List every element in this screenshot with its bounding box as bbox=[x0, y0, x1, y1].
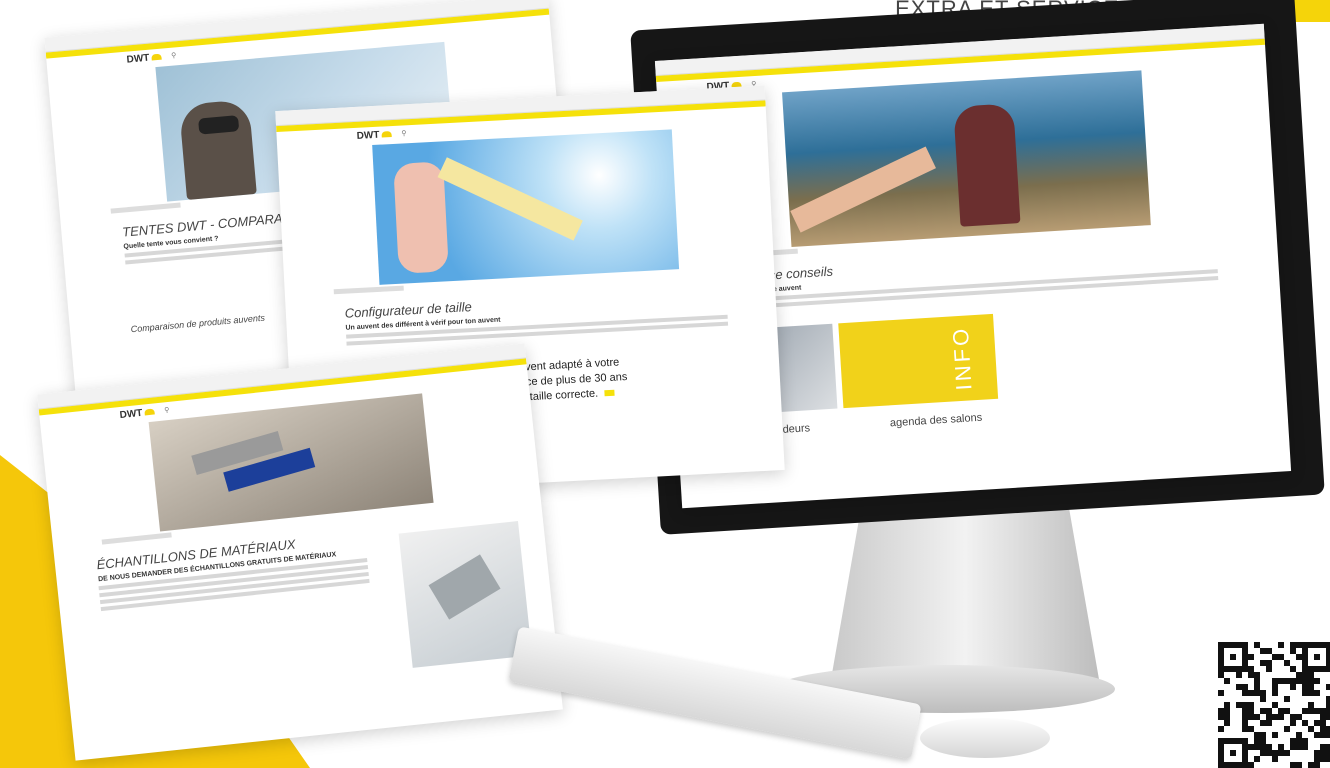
logo[interactable]: DWT bbox=[126, 51, 162, 65]
qr-code bbox=[1218, 642, 1330, 768]
configurator-text: uvent adapté à votre nce de plus de 30 a… bbox=[519, 348, 761, 405]
info-label: INFO bbox=[947, 325, 977, 392]
text-line-3: a taille correcte. bbox=[520, 387, 599, 404]
samples-content: ÉCHANTILLONS DE MATÉRIAUX DE NOUS DEMAND… bbox=[53, 499, 557, 704]
logo[interactable]: DWT bbox=[119, 406, 155, 420]
breadcrumb[interactable] bbox=[333, 285, 404, 295]
person bbox=[178, 99, 257, 200]
hero-image-hiker bbox=[782, 70, 1151, 248]
browser-window-samples: DWT ⚲ ÉCHANTILLONS DE MATÉRIAUX DE NOUS … bbox=[37, 343, 563, 761]
hand bbox=[790, 146, 936, 233]
fair-tile[interactable]: INFO bbox=[837, 313, 998, 409]
search-icon[interactable]: ⚲ bbox=[401, 129, 406, 137]
mouse bbox=[920, 718, 1050, 758]
hero-image-tape-measure bbox=[372, 129, 680, 285]
tape-measure bbox=[437, 157, 583, 241]
breadcrumb[interactable] bbox=[110, 202, 181, 214]
search-icon[interactable]: ⚲ bbox=[171, 51, 177, 59]
hiker bbox=[953, 103, 1021, 227]
sample-booklet-image bbox=[398, 521, 533, 668]
monitor-stand bbox=[830, 500, 1100, 685]
logo[interactable]: DWT bbox=[356, 129, 391, 141]
fairs-caption[interactable]: agenda des salons bbox=[890, 412, 983, 430]
search-icon[interactable]: ⚲ bbox=[164, 406, 170, 414]
start-button[interactable] bbox=[603, 389, 615, 397]
